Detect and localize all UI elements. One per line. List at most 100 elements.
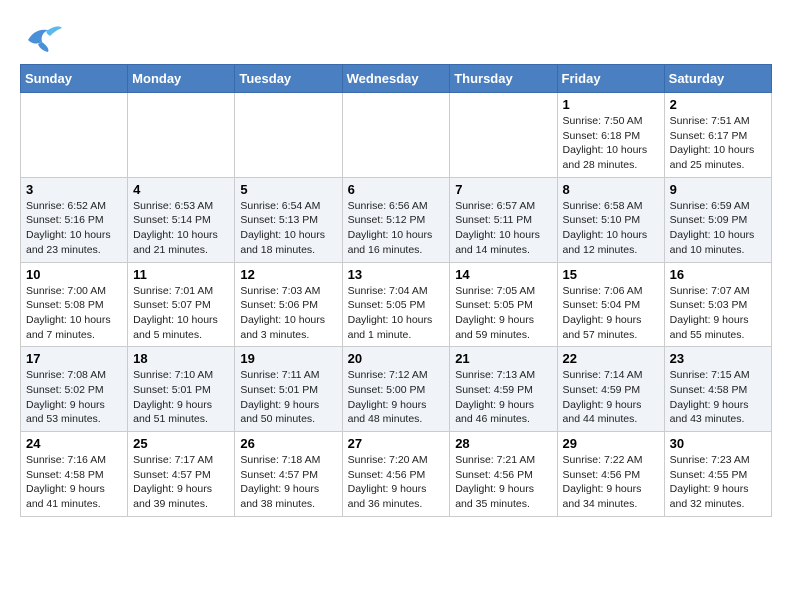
day-info: Sunrise: 7:05 AM Sunset: 5:05 PM Dayligh…	[455, 284, 551, 343]
day-info: Sunrise: 7:21 AM Sunset: 4:56 PM Dayligh…	[455, 453, 551, 512]
page-header	[20, 20, 772, 54]
bird-icon	[20, 20, 64, 54]
day-info: Sunrise: 6:58 AM Sunset: 5:10 PM Dayligh…	[563, 199, 659, 258]
weekday-header: Saturday	[664, 65, 771, 93]
day-info: Sunrise: 6:54 AM Sunset: 5:13 PM Dayligh…	[240, 199, 336, 258]
calendar-cell: 29 Sunrise: 7:22 AM Sunset: 4:56 PM Dayli…	[557, 432, 664, 517]
calendar-cell: 26 Sunrise: 7:18 AM Sunset: 4:57 PM Dayli…	[235, 432, 342, 517]
day-number: 1	[563, 97, 659, 112]
day-info: Sunrise: 7:12 AM Sunset: 5:00 PM Dayligh…	[348, 368, 445, 427]
calendar-cell: 4 Sunrise: 6:53 AM Sunset: 5:14 PM Daylig…	[128, 177, 235, 262]
calendar-cell: 7 Sunrise: 6:57 AM Sunset: 5:11 PM Daylig…	[450, 177, 557, 262]
day-info: Sunrise: 7:23 AM Sunset: 4:55 PM Dayligh…	[670, 453, 766, 512]
day-number: 5	[240, 182, 336, 197]
day-number: 6	[348, 182, 445, 197]
calendar-cell: 8 Sunrise: 6:58 AM Sunset: 5:10 PM Daylig…	[557, 177, 664, 262]
calendar-cell: 1 Sunrise: 7:50 AM Sunset: 6:18 PM Daylig…	[557, 93, 664, 178]
day-number: 28	[455, 436, 551, 451]
day-info: Sunrise: 6:56 AM Sunset: 5:12 PM Dayligh…	[348, 199, 445, 258]
day-info: Sunrise: 6:53 AM Sunset: 5:14 PM Dayligh…	[133, 199, 229, 258]
calendar-cell: 2 Sunrise: 7:51 AM Sunset: 6:17 PM Daylig…	[664, 93, 771, 178]
day-info: Sunrise: 7:10 AM Sunset: 5:01 PM Dayligh…	[133, 368, 229, 427]
day-info: Sunrise: 7:50 AM Sunset: 6:18 PM Dayligh…	[563, 114, 659, 173]
day-info: Sunrise: 7:11 AM Sunset: 5:01 PM Dayligh…	[240, 368, 336, 427]
calendar-cell: 14 Sunrise: 7:05 AM Sunset: 5:05 PM Dayli…	[450, 262, 557, 347]
day-number: 26	[240, 436, 336, 451]
weekday-header: Tuesday	[235, 65, 342, 93]
day-info: Sunrise: 7:17 AM Sunset: 4:57 PM Dayligh…	[133, 453, 229, 512]
calendar-cell	[21, 93, 128, 178]
calendar-cell: 19 Sunrise: 7:11 AM Sunset: 5:01 PM Dayli…	[235, 347, 342, 432]
day-number: 24	[26, 436, 122, 451]
calendar-cell	[342, 93, 450, 178]
day-info: Sunrise: 7:16 AM Sunset: 4:58 PM Dayligh…	[26, 453, 122, 512]
weekday-header: Thursday	[450, 65, 557, 93]
calendar-cell: 18 Sunrise: 7:10 AM Sunset: 5:01 PM Dayli…	[128, 347, 235, 432]
day-info: Sunrise: 7:51 AM Sunset: 6:17 PM Dayligh…	[670, 114, 766, 173]
day-number: 20	[348, 351, 445, 366]
day-info: Sunrise: 7:07 AM Sunset: 5:03 PM Dayligh…	[670, 284, 766, 343]
calendar-cell: 27 Sunrise: 7:20 AM Sunset: 4:56 PM Dayli…	[342, 432, 450, 517]
calendar-cell: 11Sunrise: 7:01 AM Sunset: 5:07 PM Dayli…	[128, 262, 235, 347]
day-info: Sunrise: 7:13 AM Sunset: 4:59 PM Dayligh…	[455, 368, 551, 427]
day-number: 15	[563, 267, 659, 282]
day-number: 29	[563, 436, 659, 451]
day-number: 19	[240, 351, 336, 366]
day-number: 4	[133, 182, 229, 197]
day-info: Sunrise: 7:15 AM Sunset: 4:58 PM Dayligh…	[670, 368, 766, 427]
calendar-cell: 10 Sunrise: 7:00 AM Sunset: 5:08 PM Dayli…	[21, 262, 128, 347]
logo	[20, 20, 64, 54]
calendar-cell: 17 Sunrise: 7:08 AM Sunset: 5:02 PM Dayli…	[21, 347, 128, 432]
calendar-cell	[450, 93, 557, 178]
day-info: Sunrise: 6:59 AM Sunset: 5:09 PM Dayligh…	[670, 199, 766, 258]
day-number: 14	[455, 267, 551, 282]
calendar-cell: 3Sunrise: 6:52 AM Sunset: 5:16 PM Daylig…	[21, 177, 128, 262]
calendar-cell	[128, 93, 235, 178]
calendar-cell: 21 Sunrise: 7:13 AM Sunset: 4:59 PM Dayli…	[450, 347, 557, 432]
day-info: Sunrise: 6:57 AM Sunset: 5:11 PM Dayligh…	[455, 199, 551, 258]
day-number: 23	[670, 351, 766, 366]
day-info: Sunrise: 7:22 AM Sunset: 4:56 PM Dayligh…	[563, 453, 659, 512]
day-number: 27	[348, 436, 445, 451]
day-number: 16	[670, 267, 766, 282]
calendar-cell: 25 Sunrise: 7:17 AM Sunset: 4:57 PM Dayli…	[128, 432, 235, 517]
calendar-cell: 16 Sunrise: 7:07 AM Sunset: 5:03 PM Dayli…	[664, 262, 771, 347]
day-number: 17	[26, 351, 122, 366]
day-number: 18	[133, 351, 229, 366]
calendar-cell: 15 Sunrise: 7:06 AM Sunset: 5:04 PM Dayli…	[557, 262, 664, 347]
day-number: 12	[240, 267, 336, 282]
day-number: 22	[563, 351, 659, 366]
calendar-cell: 9 Sunrise: 6:59 AM Sunset: 5:09 PM Daylig…	[664, 177, 771, 262]
day-number: 25	[133, 436, 229, 451]
day-info: Sunrise: 7:00 AM Sunset: 5:08 PM Dayligh…	[26, 284, 122, 343]
weekday-header: Sunday	[21, 65, 128, 93]
calendar-cell: 20 Sunrise: 7:12 AM Sunset: 5:00 PM Dayli…	[342, 347, 450, 432]
day-info: Sunrise: 7:08 AM Sunset: 5:02 PM Dayligh…	[26, 368, 122, 427]
weekday-header: Friday	[557, 65, 664, 93]
calendar-cell: 22 Sunrise: 7:14 AM Sunset: 4:59 PM Dayli…	[557, 347, 664, 432]
day-info: Sunrise: 7:14 AM Sunset: 4:59 PM Dayligh…	[563, 368, 659, 427]
calendar-cell: 30 Sunrise: 7:23 AM Sunset: 4:55 PM Dayli…	[664, 432, 771, 517]
calendar-cell: 12 Sunrise: 7:03 AM Sunset: 5:06 PM Dayli…	[235, 262, 342, 347]
day-info: Sunrise: 7:20 AM Sunset: 4:56 PM Dayligh…	[348, 453, 445, 512]
weekday-header: Wednesday	[342, 65, 450, 93]
calendar-cell: 6 Sunrise: 6:56 AM Sunset: 5:12 PM Daylig…	[342, 177, 450, 262]
day-info: Sunrise: 7:04 AM Sunset: 5:05 PM Dayligh…	[348, 284, 445, 343]
calendar-cell: 23 Sunrise: 7:15 AM Sunset: 4:58 PM Dayli…	[664, 347, 771, 432]
day-number: 9	[670, 182, 766, 197]
day-number: 21	[455, 351, 551, 366]
calendar-cell: 28 Sunrise: 7:21 AM Sunset: 4:56 PM Dayli…	[450, 432, 557, 517]
day-info: Sunrise: 7:06 AM Sunset: 5:04 PM Dayligh…	[563, 284, 659, 343]
day-number: 30	[670, 436, 766, 451]
day-number: 11	[133, 267, 229, 282]
weekday-header: Monday	[128, 65, 235, 93]
day-number: 7	[455, 182, 551, 197]
day-number: 13	[348, 267, 445, 282]
calendar-cell: 13 Sunrise: 7:04 AM Sunset: 5:05 PM Dayli…	[342, 262, 450, 347]
day-number: 8	[563, 182, 659, 197]
day-number: 10	[26, 267, 122, 282]
day-info: Sunrise: 6:52 AM Sunset: 5:16 PM Dayligh…	[26, 199, 122, 258]
day-number: 2	[670, 97, 766, 112]
day-info: Sunrise: 7:18 AM Sunset: 4:57 PM Dayligh…	[240, 453, 336, 512]
day-info: Sunrise: 7:03 AM Sunset: 5:06 PM Dayligh…	[240, 284, 336, 343]
